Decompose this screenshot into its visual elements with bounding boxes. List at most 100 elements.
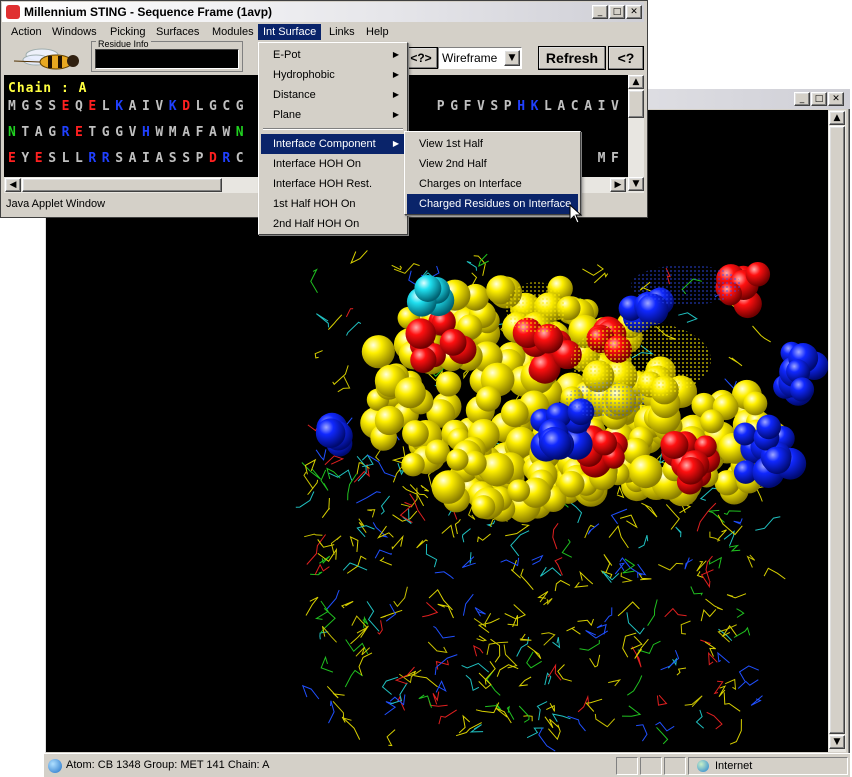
residue-letter[interactable]: E bbox=[35, 151, 43, 166]
residue-letter[interactable]: L bbox=[196, 99, 204, 114]
menu-item-interface-hoh-rest[interactable]: Interface HOH Rest. bbox=[261, 174, 405, 194]
residue-letter[interactable]: E bbox=[75, 125, 83, 140]
residue-letter[interactable]: W bbox=[155, 125, 163, 140]
menu-item-charges-on-interface[interactable]: Charges on Interface bbox=[407, 174, 578, 194]
menu-item-1st-half-hoh-on[interactable]: 1st Half HOH On bbox=[261, 194, 405, 214]
residue-letter[interactable]: V bbox=[129, 125, 137, 140]
residue-letter[interactable]: R bbox=[222, 151, 230, 166]
residue-letter[interactable]: H bbox=[142, 125, 150, 140]
residue-letter[interactable]: S bbox=[182, 151, 190, 166]
residue-letter[interactable]: A bbox=[557, 99, 565, 114]
residue-letter[interactable]: H bbox=[517, 99, 525, 114]
residue-letter[interactable]: G bbox=[115, 125, 123, 140]
residue-letter[interactable]: S bbox=[490, 99, 498, 114]
residue-letter[interactable]: Q bbox=[75, 99, 83, 114]
menu-item-view-1st-half[interactable]: View 1st Half bbox=[407, 134, 578, 154]
scroll-thumb[interactable] bbox=[628, 90, 644, 118]
residue-letter[interactable]: R bbox=[102, 151, 110, 166]
residue-letter[interactable]: A bbox=[584, 99, 592, 114]
residue-letter[interactable]: K bbox=[169, 99, 177, 114]
menu-windows[interactable]: Windows bbox=[47, 24, 102, 40]
menu-links[interactable]: Links bbox=[324, 24, 360, 40]
menu-item-distance[interactable]: Distance ▶ bbox=[261, 85, 405, 105]
residue-letter[interactable]: T bbox=[88, 125, 96, 140]
scroll-up-arrow-icon[interactable]: ▲ bbox=[829, 111, 845, 125]
residue-letter[interactable]: A bbox=[129, 99, 137, 114]
residue-letter[interactable]: M bbox=[8, 99, 16, 114]
residue-letter[interactable]: L bbox=[75, 151, 83, 166]
residue-letter[interactable]: V bbox=[611, 99, 619, 114]
residue-letter[interactable]: L bbox=[102, 99, 110, 114]
scroll-left-arrow-icon[interactable]: ◀ bbox=[5, 178, 21, 192]
minimize-icon[interactable]: _ bbox=[592, 5, 608, 19]
menu-item-interface-hoh-on[interactable]: Interface HOH On bbox=[261, 154, 405, 174]
residue-letter[interactable]: D bbox=[209, 151, 217, 166]
residue-letter[interactable]: I bbox=[142, 99, 150, 114]
residue-letter[interactable]: M bbox=[169, 125, 177, 140]
residue-letter[interactable]: V bbox=[477, 99, 485, 114]
residue-letter[interactable]: L bbox=[62, 151, 70, 166]
menu-item-e-pot[interactable]: E-Pot ▶ bbox=[261, 45, 405, 65]
menu-item-charged-residues-on-interface[interactable]: Charged Residues on Interface bbox=[407, 194, 578, 214]
maximize-icon[interactable]: □ bbox=[811, 92, 827, 106]
residue-letter[interactable]: A bbox=[155, 151, 163, 166]
residue-letter[interactable]: S bbox=[115, 151, 123, 166]
menu-modules[interactable]: Modules bbox=[207, 24, 259, 40]
residue-letter[interactable]: P bbox=[437, 99, 445, 114]
residue-letter[interactable]: P bbox=[196, 151, 204, 166]
render-mode-select[interactable]: Wireframe ▼ bbox=[438, 47, 522, 69]
residue-letter[interactable]: A bbox=[209, 125, 217, 140]
menu-int-surface[interactable]: Int Surface bbox=[258, 24, 322, 40]
scroll-up-arrow-icon[interactable]: ▲ bbox=[628, 75, 644, 89]
residue-letter[interactable]: E bbox=[88, 99, 96, 114]
residue-letter[interactable]: T bbox=[21, 125, 29, 140]
residue-letter[interactable]: A bbox=[182, 125, 190, 140]
residue-letter[interactable]: S bbox=[48, 151, 56, 166]
sequence-vertical-scrollbar[interactable]: ▲ ▼ bbox=[628, 75, 644, 193]
minimize-icon[interactable]: _ bbox=[794, 92, 810, 106]
refresh-button[interactable]: Refresh bbox=[538, 46, 606, 70]
residue-letter[interactable]: I bbox=[142, 151, 150, 166]
residue-letter[interactable]: C bbox=[236, 151, 244, 166]
close-icon[interactable]: ✕ bbox=[626, 5, 642, 19]
residue-letter[interactable]: N bbox=[236, 125, 244, 140]
residue-letter[interactable]: A bbox=[129, 151, 137, 166]
residue-letter[interactable]: M bbox=[598, 151, 606, 166]
help-button[interactable]: <? bbox=[608, 46, 644, 70]
menu-picking[interactable]: Picking bbox=[105, 24, 150, 40]
residue-letter[interactable]: W bbox=[222, 125, 230, 140]
residue-letter[interactable]: G bbox=[102, 125, 110, 140]
scroll-thumb[interactable] bbox=[22, 178, 222, 192]
chevron-down-icon[interactable]: ▼ bbox=[504, 50, 520, 66]
scroll-right-arrow-icon[interactable]: ▶ bbox=[610, 178, 626, 192]
residue-info-field[interactable] bbox=[95, 49, 239, 69]
menu-item-hydrophobic[interactable]: Hydrophobic ▶ bbox=[261, 65, 405, 85]
sequence-title-bar[interactable]: Millennium STING - Sequence Frame (1avp)… bbox=[2, 2, 644, 22]
menu-item-view-2nd-half[interactable]: View 2nd Half bbox=[407, 154, 578, 174]
scroll-down-arrow-icon[interactable]: ▼ bbox=[628, 177, 644, 191]
residue-letter[interactable]: S bbox=[48, 99, 56, 114]
residue-letter[interactable]: F bbox=[196, 125, 204, 140]
residue-letter[interactable]: E bbox=[62, 99, 70, 114]
scroll-down-arrow-icon[interactable]: ▼ bbox=[829, 735, 845, 749]
residue-letter[interactable]: A bbox=[35, 125, 43, 140]
maximize-icon[interactable]: □ bbox=[609, 5, 625, 19]
residue-letter[interactable]: I bbox=[598, 99, 606, 114]
residue-letter[interactable]: C bbox=[571, 99, 579, 114]
residue-letter[interactable]: G bbox=[48, 125, 56, 140]
residue-letter[interactable]: S bbox=[169, 151, 177, 166]
residue-letter[interactable]: K bbox=[115, 99, 123, 114]
menu-action[interactable]: Action bbox=[6, 24, 47, 40]
menu-item-plane[interactable]: Plane ▶ bbox=[261, 105, 405, 125]
menu-item-2nd-half-hoh-on[interactable]: 2nd Half HOH On bbox=[261, 214, 405, 234]
scroll-thumb[interactable] bbox=[829, 126, 845, 734]
residue-letter[interactable]: K bbox=[531, 99, 539, 114]
residue-letter[interactable]: G bbox=[450, 99, 458, 114]
residue-letter[interactable]: V bbox=[155, 99, 163, 114]
menu-surfaces[interactable]: Surfaces bbox=[151, 24, 204, 40]
residue-letter[interactable]: R bbox=[88, 151, 96, 166]
residue-letter[interactable]: D bbox=[182, 99, 190, 114]
residue-letter[interactable]: F bbox=[464, 99, 472, 114]
residue-letter[interactable]: C bbox=[222, 99, 230, 114]
residue-letter[interactable]: F bbox=[611, 151, 619, 166]
